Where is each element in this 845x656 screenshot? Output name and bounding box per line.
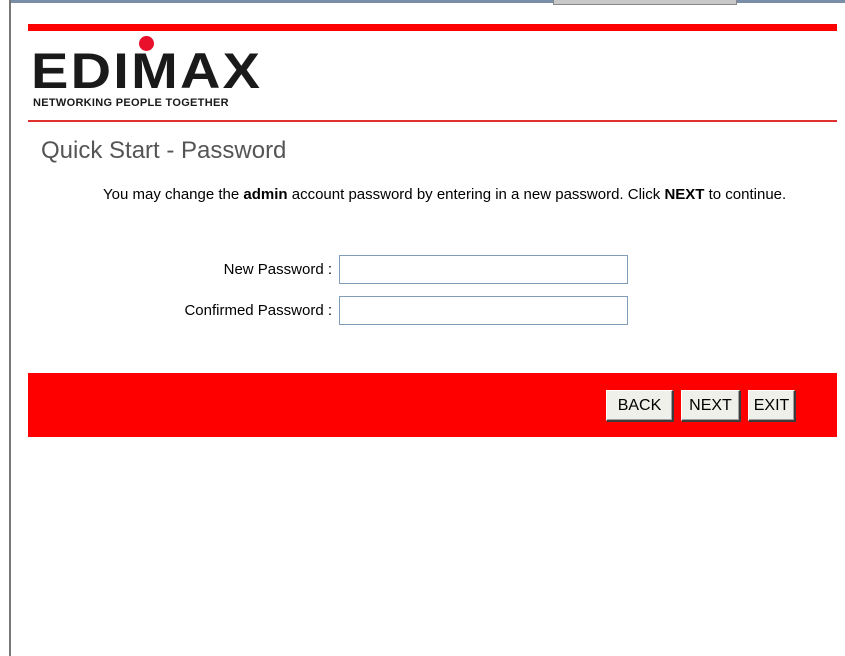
header-red-stripe: [28, 24, 837, 31]
instructions-part-1: You may change the: [103, 186, 244, 203]
logo-tagline: NETWORKING PEOPLE TOGETHER: [33, 97, 229, 109]
new-password-label: New Password :: [223, 261, 332, 278]
next-button[interactable]: NEXT: [681, 390, 740, 421]
window-left-border: [0, 0, 11, 656]
logo-wordmark: EDIMAX: [31, 43, 263, 99]
window-tab-edge: [553, 0, 737, 5]
back-button[interactable]: BACK: [606, 390, 673, 421]
new-password-input[interactable]: [339, 255, 628, 284]
browser-page: EDIMAX NETWORKING PEOPLE TOGETHER Quick …: [0, 0, 845, 656]
instructions-bold-admin: admin: [243, 186, 288, 203]
header-divider: [28, 120, 837, 122]
page-title: Quick Start - Password: [41, 137, 287, 164]
instructions-bold-next: NEXT: [664, 186, 705, 203]
exit-button[interactable]: EXIT: [748, 390, 795, 421]
confirm-password-input[interactable]: [339, 296, 628, 325]
instructions-part-2: account password by entering in a new pa…: [287, 186, 665, 203]
confirm-password-label: Confirmed Password :: [184, 302, 332, 319]
instructions-part-3: to continue.: [704, 186, 787, 203]
edimax-logo: EDIMAX NETWORKING PEOPLE TOGETHER: [31, 36, 311, 116]
instructions-text: You may change the admin account passwor…: [103, 184, 831, 205]
